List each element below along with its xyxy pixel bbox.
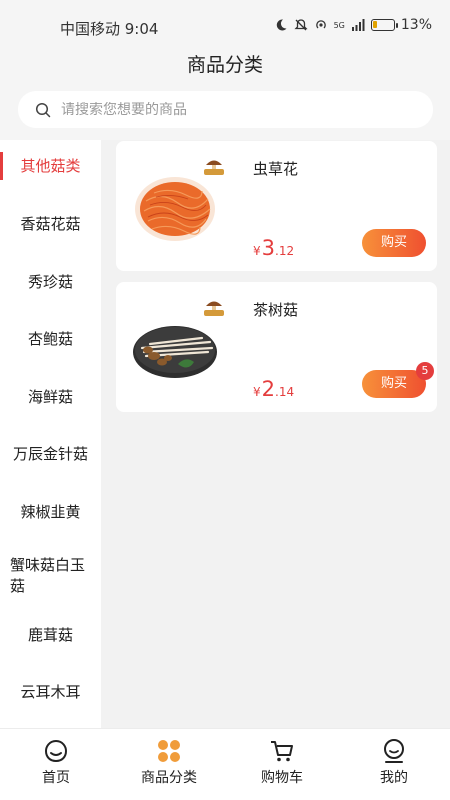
page-title: 商品分类	[186, 54, 263, 76]
signal-icon	[351, 19, 365, 31]
product-card[interactable]: 虫草花 ¥ 3 .12 购买	[116, 141, 437, 271]
category-item-shiitake[interactable]: 香菇花菇	[0, 198, 101, 250]
category-label: 辣椒韭黄	[20, 502, 81, 521]
cart-count-badge: 5	[416, 362, 434, 380]
product-price: ¥ 3 .12	[253, 236, 294, 260]
price-integer: 2	[261, 377, 276, 401]
category-item-crab-mushroom[interactable]: 蟹味菇白玉菇	[0, 545, 101, 607]
price-integer: 3	[261, 236, 276, 260]
tab-label: 我的	[380, 770, 408, 786]
category-item-king-oyster[interactable]: 杏鲍菇	[0, 313, 101, 365]
tab-label: 购物车	[261, 770, 303, 786]
bottom-tab-bar: 首页 商品分类 购物车 我的	[0, 728, 450, 800]
product-image	[135, 177, 215, 241]
category-label: 秀珍菇	[27, 272, 73, 291]
category-item-wood-ear[interactable]: 云耳木耳	[0, 666, 101, 718]
price-symbol: ¥	[253, 244, 261, 258]
mute-bell-icon	[294, 19, 308, 31]
price-symbol: ¥	[253, 385, 261, 399]
network-type: 5G	[333, 20, 345, 30]
product-name: 茶树菇	[253, 301, 299, 319]
category-item-deer-antler[interactable]: 鹿茸菇	[0, 609, 101, 661]
category-item-chili-chive[interactable]: 辣椒韭黄	[0, 486, 101, 538]
top-area: 中国移动 9:04 5G 13% 商品分类	[0, 0, 450, 140]
tab-home[interactable]: 首页	[0, 729, 112, 800]
search-bar[interactable]	[18, 91, 433, 128]
category-icon	[158, 740, 180, 762]
tab-label: 商品分类	[141, 770, 197, 786]
cart-icon	[271, 741, 293, 762]
product-price: ¥ 2 .14	[253, 377, 294, 401]
category-label: 蟹味菇白玉菇	[10, 556, 86, 595]
moon-icon	[276, 19, 287, 31]
tab-cart[interactable]: 购物车	[226, 729, 338, 800]
battery-icon	[370, 19, 398, 31]
profile-icon	[384, 739, 404, 763]
battery-percent: 13%	[400, 17, 432, 33]
category-label: 鹿茸菇	[27, 625, 73, 644]
category-label: 万辰金针菇	[12, 444, 88, 463]
hotspot-icon	[315, 20, 326, 29]
brand-logo	[204, 160, 224, 175]
category-sidebar: 其他菇类 香菇花菇 秀珍菇 杏鲍菇 海鲜菇 万辰金针菇 辣椒韭黄 蟹味菇白玉菇 …	[0, 140, 101, 728]
product-name: 虫草花	[253, 160, 299, 178]
search-icon	[35, 102, 51, 117]
brand-logo	[204, 301, 224, 316]
category-item-enoki[interactable]: 万辰金针菇	[0, 428, 101, 480]
search-input[interactable]	[61, 101, 391, 118]
status-bar: 中国移动 9:04 5G 13%	[0, 0, 450, 50]
category-label: 云耳木耳	[20, 682, 81, 701]
category-label: 其他菇类	[20, 156, 81, 175]
category-label: 杏鲍菇	[27, 329, 73, 348]
price-decimal: .14	[275, 385, 295, 399]
product-card[interactable]: 茶树菇 ¥ 2 .14 购买 5	[116, 282, 437, 412]
buy-button[interactable]: 购买	[362, 229, 426, 257]
category-item-oyster[interactable]: 秀珍菇	[0, 256, 101, 308]
status-icons: 5G 13%	[274, 17, 432, 33]
category-item-other-mushrooms[interactable]: 其他菇类	[0, 140, 101, 192]
tab-profile[interactable]: 我的	[338, 729, 450, 800]
price-decimal: .12	[275, 244, 295, 258]
tab-label: 首页	[42, 770, 70, 786]
category-item-seafood-mushroom[interactable]: 海鲜菇	[0, 371, 101, 423]
category-label: 香菇花菇	[20, 214, 81, 233]
home-icon	[44, 739, 68, 763]
tab-category[interactable]: 商品分类	[113, 729, 225, 800]
carrier-time: 中国移动 9:04	[60, 20, 159, 38]
product-image	[133, 326, 217, 378]
category-label: 海鲜菇	[27, 387, 73, 406]
